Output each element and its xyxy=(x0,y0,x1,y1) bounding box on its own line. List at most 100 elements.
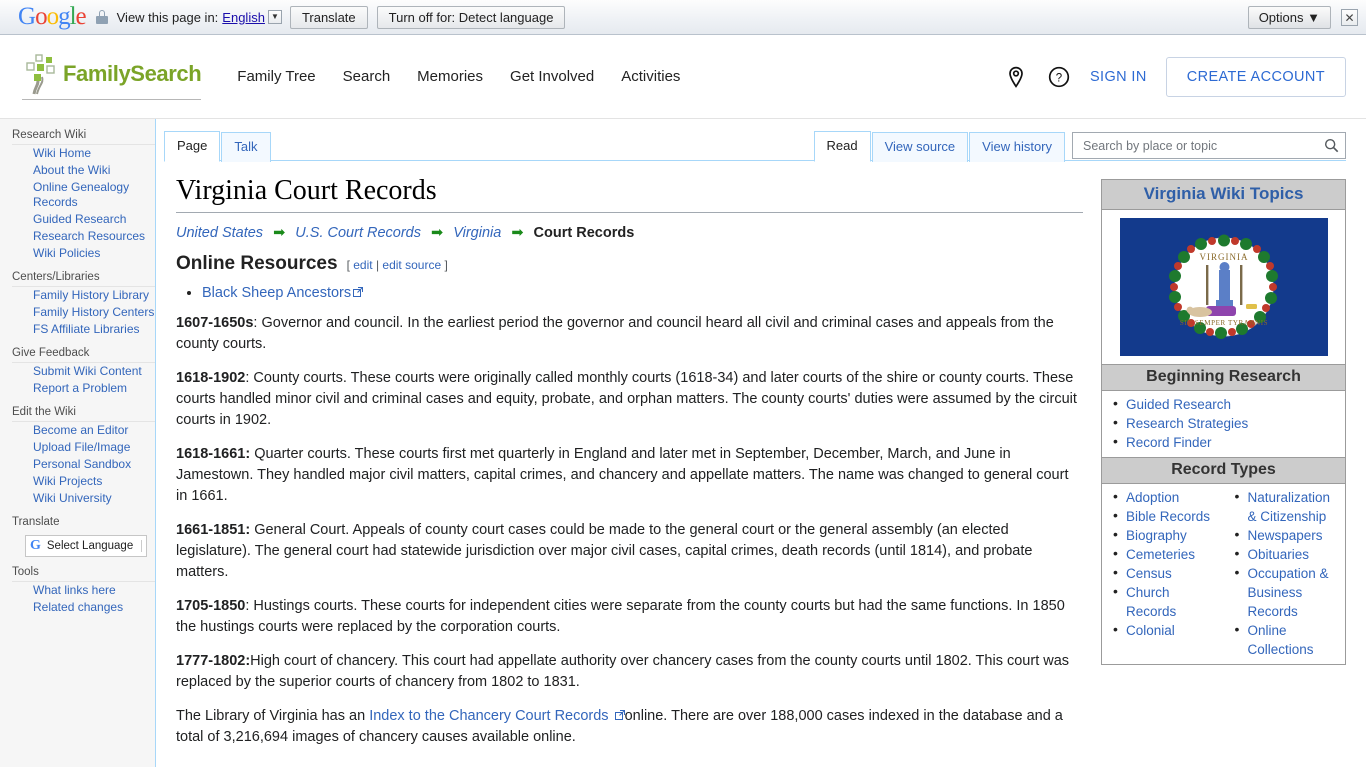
section-edit-links: [ edit | edit source ] xyxy=(347,258,448,272)
sidebar-item-family-history-library[interactable]: Family History Library xyxy=(33,288,149,303)
sidebar-item-report-a-problem[interactable]: Report a Problem xyxy=(33,381,127,396)
list-item: FS Affiliate Libraries xyxy=(33,321,155,338)
edit-source-link[interactable]: edit source xyxy=(382,258,441,272)
close-icon[interactable]: ✕ xyxy=(1341,9,1358,26)
list-item: Research Strategies xyxy=(1102,413,1345,433)
infobox-link-census[interactable]: Census xyxy=(1126,566,1172,581)
infobox-link-biography[interactable]: Biography xyxy=(1126,528,1187,543)
arrow-right-icon: ➡ xyxy=(511,225,524,241)
sidebar-item-wiki-projects[interactable]: Wiki Projects xyxy=(33,474,102,489)
sidebar-heading: Research Wiki xyxy=(12,129,87,141)
sidebar-item-wiki-policies[interactable]: Wiki Policies xyxy=(33,246,100,261)
search-icon[interactable] xyxy=(1324,138,1339,153)
nav-item-activities[interactable]: Activities xyxy=(621,68,680,85)
help-circle-icon[interactable]: ? xyxy=(1047,65,1071,89)
link-black-sheep-ancestors[interactable]: Black Sheep Ancestors xyxy=(202,285,351,301)
breadcrumb-item-united-states[interactable]: United States xyxy=(176,225,263,241)
date-range-label: 1661-1851: xyxy=(176,522,251,538)
infobox-link-cemeteries[interactable]: Cemeteries xyxy=(1126,547,1195,562)
breadcrumb-item-us-court-records[interactable]: U.S. Court Records xyxy=(295,225,421,241)
infobox-link-adoption[interactable]: Adoption xyxy=(1126,490,1179,505)
translate-options-button[interactable]: Options ▼ xyxy=(1247,6,1331,29)
page-body: Research Wiki Wiki Home About the Wiki O… xyxy=(0,119,1366,767)
tab-page[interactable]: Page xyxy=(164,131,221,162)
nav-item-get-involved[interactable]: Get Involved xyxy=(510,68,594,85)
list-item: Colonial xyxy=(1102,620,1224,640)
translate-language-value[interactable]: English xyxy=(222,10,265,25)
sidebar-group-edit-the-wiki: Edit the Wiki Become an Editor Upload Fi… xyxy=(0,404,155,507)
family-tree-logo-icon xyxy=(26,54,55,95)
infobox-link-online-collections[interactable]: Online Collections xyxy=(1248,623,1314,657)
tab-view-source[interactable]: View source xyxy=(871,132,969,162)
infobox-link-church-records[interactable]: Church Records xyxy=(1126,585,1176,619)
paragraph-text: Quarter courts. These courts first met q… xyxy=(176,446,1069,504)
wiki-search-box[interactable] xyxy=(1072,132,1346,159)
map-pin-icon[interactable] xyxy=(1004,65,1028,89)
page-title: Virginia Court Records xyxy=(176,175,1083,213)
date-range-label: 1618-1661: xyxy=(176,446,251,462)
sidebar-item-submit-wiki-content[interactable]: Submit Wiki Content xyxy=(33,364,142,379)
list-item: Submit Wiki Content xyxy=(33,363,155,380)
infobox-link-obituaries[interactable]: Obituaries xyxy=(1248,547,1310,562)
sign-in-link[interactable]: SIGN IN xyxy=(1090,69,1147,85)
sidebar-item-become-an-editor[interactable]: Become an Editor xyxy=(33,423,128,438)
sidebar-item-fs-affiliate-libraries[interactable]: FS Affiliate Libraries xyxy=(33,322,140,337)
list-item: Wiki University xyxy=(33,490,155,507)
list-item: Related changes xyxy=(33,599,155,616)
nav-item-search[interactable]: Search xyxy=(343,68,391,85)
sidebar-item-guided-research[interactable]: Guided Research xyxy=(33,212,126,227)
infobox-link-guided-research[interactable]: Guided Research xyxy=(1126,397,1231,412)
search-input[interactable] xyxy=(1081,137,1324,154)
translate-button[interactable]: Translate xyxy=(289,5,368,29)
arrow-right-icon: ➡ xyxy=(273,225,286,241)
site-header: FamilySearch Family Tree Search Memories… xyxy=(0,35,1366,119)
sidebar-item-wiki-university[interactable]: Wiki University xyxy=(33,491,112,506)
sidebar-item-personal-sandbox[interactable]: Personal Sandbox xyxy=(33,457,131,472)
date-range-label: 1777-1802: xyxy=(176,653,251,669)
list-item: Wiki Policies xyxy=(33,245,155,262)
select-language-dropdown[interactable]: G Select Language xyxy=(25,535,147,557)
translate-language-selector[interactable]: English ▼ xyxy=(222,10,282,25)
sidebar-item-family-history-centers[interactable]: Family History Centers xyxy=(33,305,154,320)
sidebar-item-what-links-here[interactable]: What links here xyxy=(33,583,116,598)
nav-item-memories[interactable]: Memories xyxy=(417,68,483,85)
sidebar-item-research-resources[interactable]: Research Resources xyxy=(33,229,145,244)
sidebar-item-wiki-home[interactable]: Wiki Home xyxy=(33,146,91,161)
main-navigation: Family Tree Search Memories Get Involved… xyxy=(237,68,680,85)
translate-options-label: Options xyxy=(1258,10,1304,25)
infobox-link-naturalization-citizenship[interactable]: Naturalization & Citizenship xyxy=(1248,490,1331,524)
breadcrumb-item-virginia[interactable]: Virginia xyxy=(453,225,501,241)
sidebar-item-online-genealogy-records[interactable]: Online Genealogy Records xyxy=(33,180,155,210)
virginia-state-flag-icon: VIRGINIA SIC SEMPER TYRANNIS xyxy=(1119,218,1328,356)
infobox-link-bible-records[interactable]: Bible Records xyxy=(1126,509,1210,524)
date-range-label: 1618-1902 xyxy=(176,370,246,386)
date-range-label: 1705-1850 xyxy=(176,598,246,614)
virginia-wiki-topics-infobox: Virginia Wiki Topics VIRGINIA SIC SEMPER… xyxy=(1101,179,1346,665)
infobox-link-newspapers[interactable]: Newspapers xyxy=(1248,528,1323,543)
sidebar-group-research-wiki: Research Wiki Wiki Home About the Wiki O… xyxy=(0,127,155,262)
list-item: Record Finder xyxy=(1102,432,1345,452)
edit-link[interactable]: edit xyxy=(353,258,372,272)
sidebar-item-related-changes[interactable]: Related changes xyxy=(33,600,123,615)
google-g-icon: G xyxy=(30,538,41,553)
infobox-link-colonial[interactable]: Colonial xyxy=(1126,623,1175,638)
infobox-link-record-finder[interactable]: Record Finder xyxy=(1126,435,1212,450)
create-account-button[interactable]: CREATE ACCOUNT xyxy=(1165,56,1346,97)
sidebar-item-upload-file-image[interactable]: Upload File/Image xyxy=(33,440,130,455)
section-heading-label: Online Resources xyxy=(176,253,338,274)
tab-read[interactable]: Read xyxy=(813,131,871,162)
nav-item-family-tree[interactable]: Family Tree xyxy=(237,68,315,85)
list-item: Obituaries xyxy=(1224,544,1346,564)
chevron-down-icon[interactable]: ▼ xyxy=(267,10,282,24)
sidebar-item-about-the-wiki[interactable]: About the Wiki xyxy=(33,163,110,178)
list-item: What links here xyxy=(33,582,155,599)
familysearch-logo[interactable]: FamilySearch xyxy=(22,53,202,100)
paragraph-text: : County courts. These courts were origi… xyxy=(176,370,1077,428)
infobox-link-occupation-business-records[interactable]: Occupation & Business Records xyxy=(1248,566,1329,619)
link-index-to-chancery-court-records[interactable]: Index to the Chancery Court Records xyxy=(369,708,612,724)
tab-talk[interactable]: Talk xyxy=(221,132,271,162)
tab-view-history[interactable]: View history xyxy=(969,132,1065,162)
list-item: Family History Centers xyxy=(33,304,155,321)
infobox-link-research-strategies[interactable]: Research Strategies xyxy=(1126,416,1248,431)
turn-off-translate-button[interactable]: Turn off for: Detect language xyxy=(376,5,566,29)
